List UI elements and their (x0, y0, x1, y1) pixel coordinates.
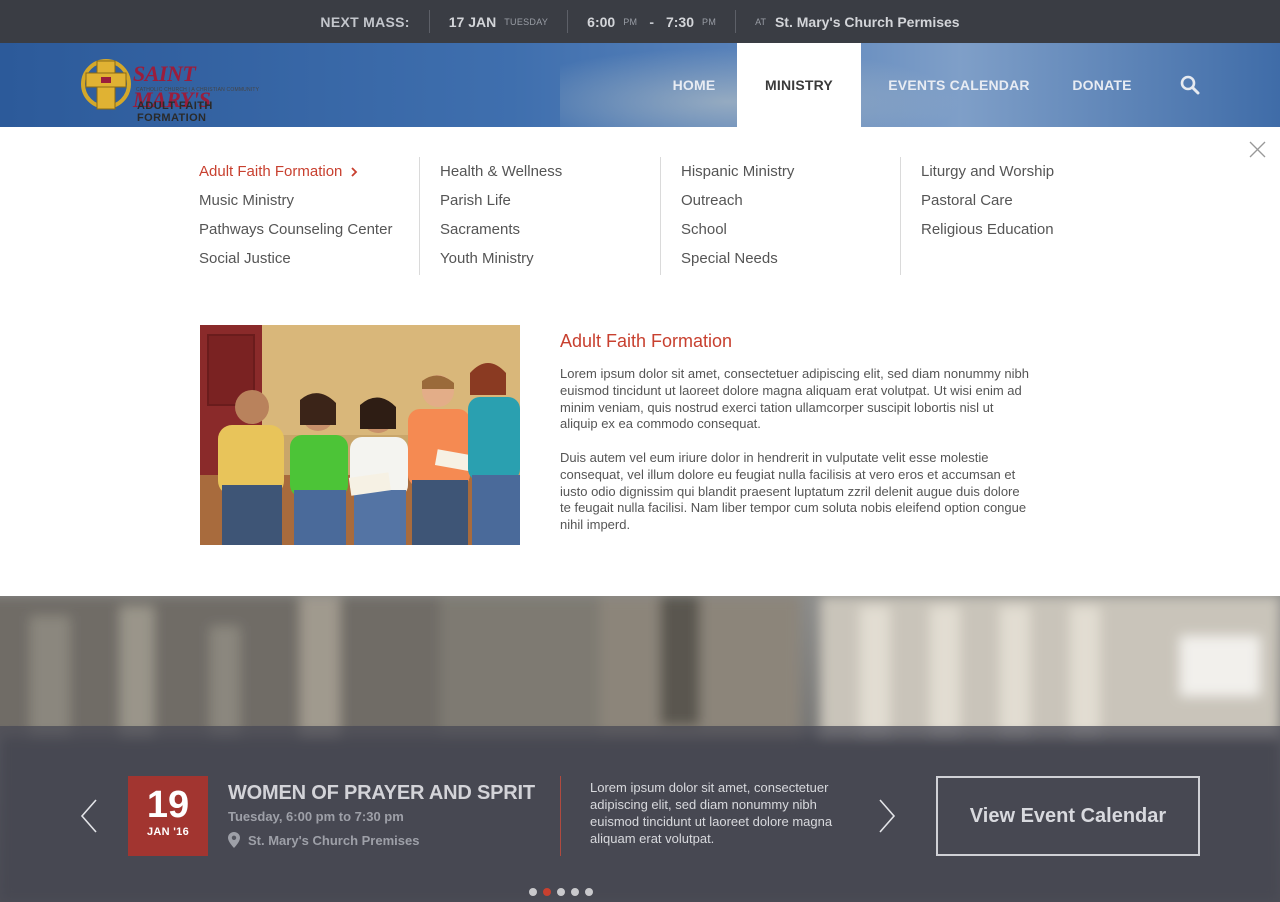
menu-column-2: Health & Wellness Parish Life Sacraments… (420, 157, 661, 275)
slider-dot-1[interactable] (529, 888, 537, 896)
nav-donate[interactable]: DONATE (1060, 43, 1144, 127)
chevron-right-icon (351, 167, 358, 177)
menu-item-hispanic-ministry[interactable]: Hispanic Ministry (681, 162, 900, 191)
divider (567, 10, 569, 33)
menu-item-school[interactable]: School (681, 220, 900, 249)
search-icon[interactable] (1180, 75, 1200, 95)
menu-item-youth-ministry[interactable]: Youth Ministry (440, 249, 660, 278)
next-mass-start-time: 6:00 (587, 13, 616, 30)
time-dash: - (649, 13, 654, 30)
menu-column-4: Liturgy and Worship Pastoral Care Religi… (901, 157, 1141, 275)
close-icon[interactable] (1249, 141, 1266, 158)
at-label: AT (755, 16, 766, 27)
menu-item-social-justice[interactable]: Social Justice (199, 249, 419, 278)
event-month: JAN '16 (146, 826, 189, 838)
feature-paragraph-2: Duis autem vel eum iriure dolor in hendr… (560, 450, 1027, 533)
next-mass-label: NEXT MASS: (320, 13, 410, 30)
menu-item-parish-life[interactable]: Parish Life (440, 191, 660, 220)
menu-column-3: Hispanic Ministry Outreach School Specia… (661, 157, 901, 275)
menu-item-outreach[interactable]: Outreach (681, 191, 900, 220)
previous-arrow-icon[interactable] (80, 799, 98, 833)
site-header: SAINT MARY'S CATHOLIC CHURCH | A CHRISTI… (0, 43, 1280, 127)
divider (428, 10, 430, 33)
nav-events-calendar[interactable]: EVENTS CALENDAR (880, 43, 1038, 127)
next-mass-end-time: 7:30 (665, 13, 695, 30)
event-title[interactable]: WOMEN OF PRAYER AND SPRIT (228, 782, 535, 805)
map-pin-icon (228, 832, 240, 848)
nav-ministry[interactable]: MINISTRY (737, 43, 861, 127)
menu-item-health-wellness[interactable]: Health & Wellness (440, 162, 660, 191)
next-arrow-icon[interactable] (878, 799, 896, 833)
ministry-menu: Adult Faith Formation Music Ministry Pat… (199, 157, 1141, 275)
event-day: 19 (146, 784, 190, 826)
event-description: Lorem ipsum dolor sit amet, consectetuer… (590, 780, 833, 846)
menu-item-music-ministry[interactable]: Music Ministry (199, 191, 419, 220)
next-mass-date-segment: 17 JAN TUESDAY (449, 10, 548, 33)
feature-title: Adult Faith Formation (560, 331, 733, 351)
event-divider (560, 776, 561, 856)
menu-item-liturgy-worship[interactable]: Liturgy and Worship (921, 162, 1141, 191)
next-mass-location-segment: AT St. Mary's Church Permises (755, 10, 959, 33)
slider-dot-5[interactable] (585, 888, 593, 896)
slider-dot-2[interactable] (543, 888, 551, 896)
view-event-calendar-button[interactable]: View Event Calendar (936, 776, 1200, 856)
menu-item-religious-education[interactable]: Religious Education (921, 220, 1141, 249)
menu-column-1: Adult Faith Formation Music Ministry Pat… (199, 157, 420, 275)
next-mass-start-ampm: PM (623, 16, 638, 27)
menu-item-label: Adult Faith Formation (199, 163, 343, 180)
next-mass-end-ampm: PM (702, 16, 717, 27)
feature-paragraph-1: Lorem ipsum dolor sit amet, consectetuer… (560, 366, 1029, 432)
menu-item-adult-faith-formation[interactable]: Adult Faith Formation (199, 162, 419, 191)
menu-item-pastoral-care[interactable]: Pastoral Care (921, 191, 1141, 220)
event-time: Tuesday, 6:00 pm to 7:30 pm (228, 809, 404, 824)
slider-dots (529, 888, 599, 896)
slider-dot-4[interactable] (571, 888, 579, 896)
menu-item-pathways-counseling-center[interactable]: Pathways Counseling Center (199, 220, 419, 249)
menu-item-sacraments[interactable]: Sacraments (440, 220, 660, 249)
event-location: St. Mary's Church Premises (228, 832, 419, 848)
next-mass-location: St. Mary's Church Permises (774, 13, 960, 30)
feature-photo (200, 325, 520, 545)
next-mass-date: 17 JAN (448, 13, 497, 30)
next-mass-weekday: TUESDAY (504, 16, 549, 27)
events-hero: 19 JAN '16 WOMEN OF PRAYER AND SPRIT Tue… (0, 596, 1280, 902)
next-mass-bar: NEXT MASS: 17 JAN TUESDAY 6:00 PM - 7:30… (0, 0, 1280, 43)
divider (735, 10, 737, 33)
event-location-text: St. Mary's Church Premises (248, 832, 420, 848)
nav-home[interactable]: HOME (652, 43, 736, 127)
menu-item-special-needs[interactable]: Special Needs (681, 249, 900, 278)
next-mass-label-segment: NEXT MASS: (320, 10, 409, 33)
main-nav: HOME MINISTRY EVENTS CALENDAR DONATE (0, 43, 1280, 127)
slider-dot-3[interactable] (557, 888, 565, 896)
event-date-badge: 19 JAN '16 (128, 776, 208, 856)
next-mass-time-segment: 6:00 PM - 7:30 PM (587, 10, 716, 33)
